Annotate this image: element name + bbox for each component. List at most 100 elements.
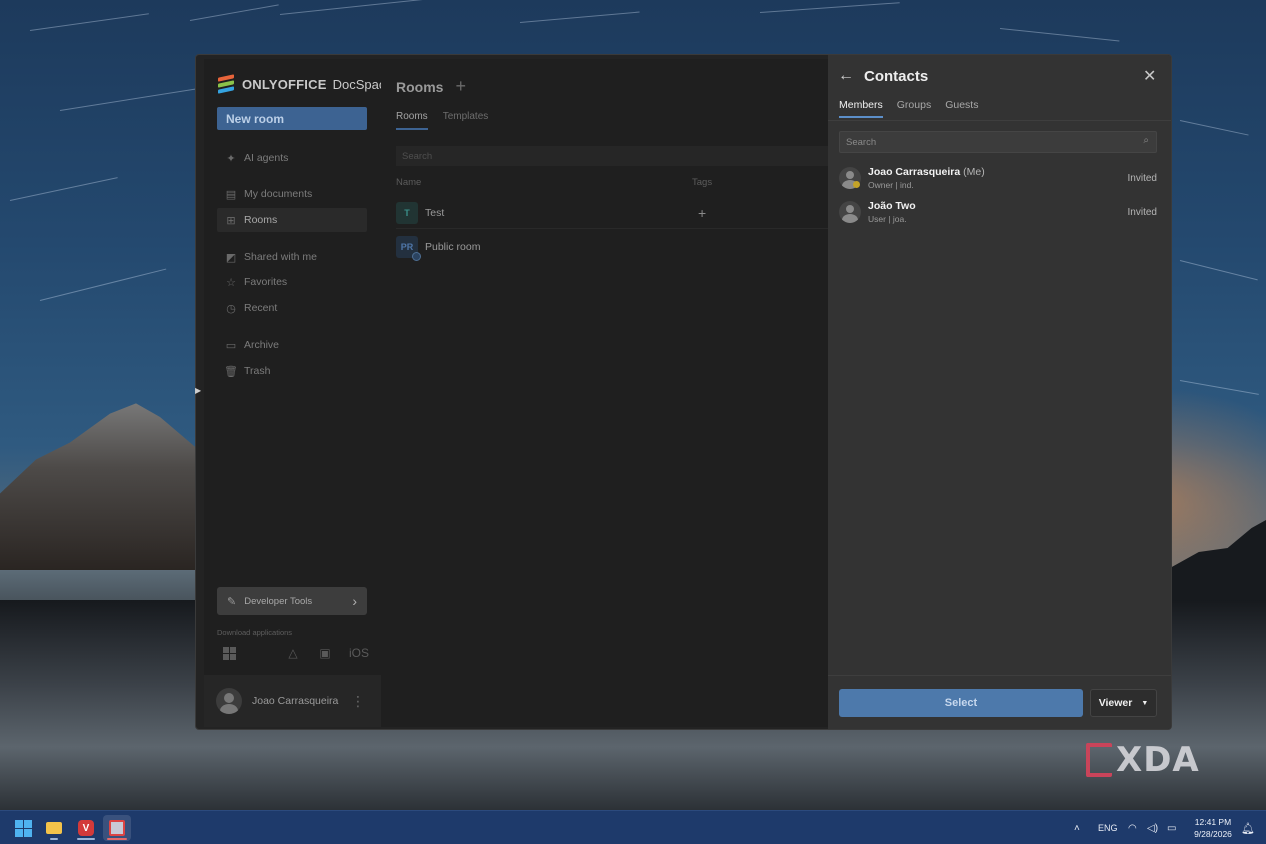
sidebar-item-rooms[interactable]: ⊞ Rooms: [217, 208, 367, 232]
tab-members[interactable]: Members: [839, 99, 883, 118]
vivaldi-browser-button[interactable]: V: [72, 815, 100, 841]
contacts-search-input[interactable]: Search ⌕: [839, 131, 1157, 153]
xda-logo-text: XDA: [1116, 740, 1200, 780]
wifi-icon[interactable]: ◠: [1128, 811, 1137, 844]
member-status: Invited: [1127, 206, 1157, 218]
brand-logo[interactable]: ONLYOFFICE DocSpace: [218, 74, 393, 94]
sidebar-item-favorites[interactable]: ☆ Favorites: [217, 270, 367, 294]
clock[interactable]: 12:41 PM 9/28/2026: [1190, 816, 1236, 840]
clock-icon: ◷: [226, 302, 236, 315]
battery-icon[interactable]: ▭: [1167, 811, 1176, 844]
divider: [828, 675, 1171, 676]
star-icon: ☆: [226, 276, 236, 289]
sidebar-item-label: Shared with me: [244, 251, 317, 263]
start-button[interactable]: [9, 815, 37, 841]
table-row[interactable]: PR Public room: [396, 231, 828, 263]
chevron-right-icon: ›: [352, 593, 357, 609]
table-row[interactable]: T Test +: [396, 197, 828, 229]
user-name: Joao Carrasqueira: [252, 695, 339, 707]
notifications-icon[interactable]: 🔔︎: [1241, 811, 1255, 844]
avatar: [216, 688, 242, 714]
search-placeholder: Search: [846, 137, 877, 148]
folder-icon: [46, 822, 62, 834]
vivaldi-icon: V: [78, 820, 94, 836]
sidebar-item-label: My documents: [244, 188, 313, 200]
macos-icon[interactable]: [252, 644, 270, 662]
caret-down-icon: ▼: [1141, 699, 1149, 707]
xda-logo-icon: [1086, 743, 1112, 777]
tab-rooms[interactable]: Rooms: [396, 111, 428, 130]
member-name: João Two: [868, 200, 916, 212]
developer-tools-icon: ✎: [227, 595, 237, 608]
sidebar-item-label: Trash: [244, 365, 271, 377]
search-icon: ⌕: [1143, 135, 1149, 146]
role-dropdown-label: Viewer: [1098, 697, 1133, 709]
user-profile[interactable]: Joao Carrasqueira ⋮: [204, 675, 381, 727]
archive-icon: ▭: [225, 339, 237, 352]
show-hidden-icons-chevron[interactable]: ˄: [1074, 811, 1080, 844]
windows-icon[interactable]: [220, 644, 238, 662]
contacts-tabs: Members Groups Guests: [839, 99, 978, 118]
shared-icon: ◩: [225, 251, 237, 264]
download-apps-list: △ ▣ iOS: [220, 644, 370, 662]
docspace-app-button[interactable]: [103, 815, 131, 841]
rooms-main: Rooms + Rooms Templates Search Name Tags…: [381, 59, 828, 727]
android-icon[interactable]: ▣: [316, 644, 334, 662]
member-subtitle: Owner | ind.: [868, 180, 914, 190]
linux-icon[interactable]: △: [284, 644, 302, 662]
add-icon[interactable]: +: [455, 76, 466, 97]
member-status: Invited: [1127, 172, 1157, 184]
room-name: Public room: [425, 241, 481, 253]
docspace-window: ONLYOFFICE DocSpace New room ✦ AI agents…: [195, 54, 1172, 730]
member-name: Joao Carrasqueira (Me): [868, 166, 985, 178]
tab-templates[interactable]: Templates: [443, 111, 489, 130]
globe-icon: [412, 252, 421, 261]
developer-tools-label: Developer Tools: [244, 595, 313, 607]
sidebar-item-label: Favorites: [244, 276, 288, 288]
trash-icon: 🗑︎: [224, 365, 238, 378]
clock-date: 9/28/2026: [1194, 829, 1232, 839]
avatar: [839, 201, 861, 223]
add-tag-icon[interactable]: +: [698, 205, 706, 221]
more-options-icon[interactable]: ⋮: [351, 693, 365, 710]
sidebar-item-my-documents[interactable]: ▤ My documents: [217, 182, 367, 206]
column-name-header[interactable]: Name: [396, 177, 421, 188]
tab-guests[interactable]: Guests: [945, 99, 978, 118]
download-apps-label: Download applications: [217, 628, 293, 637]
sidebar-item-recent[interactable]: ◷ Recent: [217, 296, 367, 320]
room-icon: PR: [396, 236, 421, 261]
developer-tools-button[interactable]: ✎ Developer Tools ›: [217, 587, 367, 615]
close-icon[interactable]: ✕: [1143, 66, 1156, 86]
sidebar-item-shared-with-me[interactable]: ◩ Shared with me: [217, 245, 367, 269]
clock-time: 12:41 PM: [1194, 817, 1232, 827]
sidebar-item-trash[interactable]: 🗑︎ Trash: [217, 359, 367, 383]
room-icon: T: [396, 201, 418, 224]
sidebar-item-label: Archive: [244, 339, 280, 351]
select-button[interactable]: Select: [839, 689, 1083, 717]
role-dropdown[interactable]: Viewer ▼: [1090, 689, 1157, 717]
onlyoffice-logo-icon: [218, 74, 236, 94]
panel-title: Contacts: [864, 68, 929, 85]
column-tags-header[interactable]: Tags: [692, 177, 712, 188]
sparkle-icon: ✦: [226, 152, 236, 165]
page-title-text: Rooms: [396, 78, 444, 95]
list-item[interactable]: Joao Carrasqueira (Me) Owner | ind. Invi…: [839, 163, 1157, 193]
list-item[interactable]: João Two User | joa. Invited: [839, 197, 1157, 227]
new-room-button[interactable]: New room: [217, 107, 367, 130]
language-indicator[interactable]: ENG: [1098, 811, 1118, 844]
back-arrow-icon[interactable]: ←: [838, 67, 854, 85]
room-initials: PR: [400, 242, 414, 252]
expand-handle-icon[interactable]: ▶: [195, 386, 201, 395]
rooms-search-input[interactable]: Search: [396, 146, 828, 166]
document-icon: ▤: [225, 188, 237, 201]
taskbar: V ˄ ENG ◠ ◁) ▭ 12:41 PM 9/28/2026 🔔︎: [0, 810, 1266, 844]
sidebar-item-archive[interactable]: ▭ Archive: [217, 333, 367, 357]
member-subtitle: User | joa.: [868, 214, 907, 224]
ios-icon[interactable]: iOS: [348, 644, 370, 662]
file-explorer-button[interactable]: [40, 815, 68, 841]
tab-groups[interactable]: Groups: [897, 99, 931, 118]
page-title: Rooms +: [396, 76, 466, 97]
brand-name: ONLYOFFICE: [242, 76, 327, 92]
sidebar-item-ai-agents[interactable]: ✦ AI agents: [217, 146, 367, 170]
volume-icon[interactable]: ◁): [1147, 811, 1158, 844]
